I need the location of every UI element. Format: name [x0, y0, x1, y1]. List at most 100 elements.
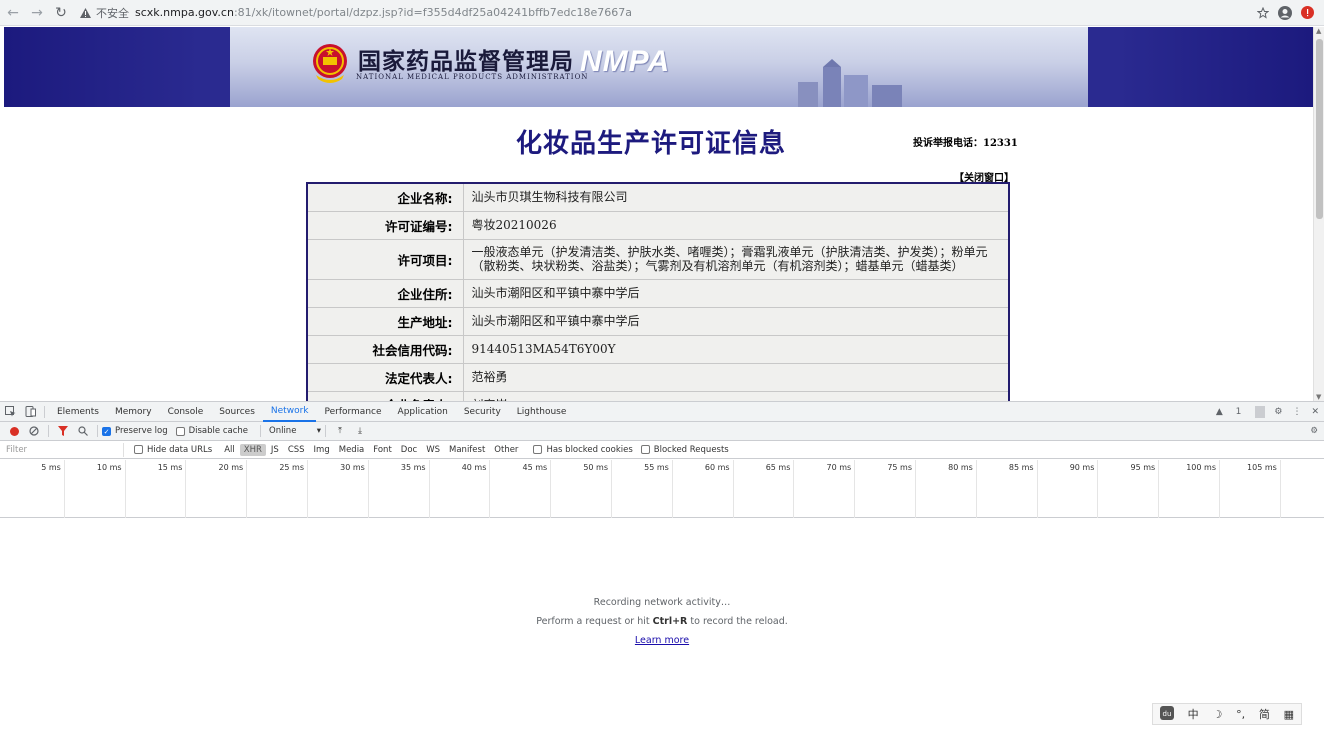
- network-timeline-overview[interactable]: 5 ms 10 ms 15 ms 20 ms 25 ms 30 ms 35 ms 40 ms 4…: [0, 460, 1324, 518]
- network-settings-gear-icon[interactable]: ⚙: [1310, 426, 1318, 436]
- ime-moon-icon[interactable]: ☽: [1212, 708, 1222, 721]
- checkbox-icon[interactable]: [175, 426, 185, 436]
- table-row: 企业住所: 汕头市潮阳区和平镇中寨中学后: [306, 278, 1010, 308]
- insecure-label: 不安全: [96, 6, 129, 20]
- back-icon[interactable]: ←: [2, 2, 24, 24]
- filter-type-doc[interactable]: Doc: [397, 444, 421, 456]
- agency-subtitle: NATIONAL MEDICAL PRODUCTS ADMINISTRATION: [356, 73, 589, 81]
- inspect-element-icon[interactable]: [0, 406, 20, 417]
- checkbox-icon[interactable]: [640, 445, 650, 454]
- tab-application[interactable]: Application: [390, 402, 456, 422]
- reload-shortcut: Ctrl+R: [652, 616, 688, 627]
- recording-message: Recording network activity…: [593, 597, 731, 608]
- row-value: 刘家岸: [462, 390, 1010, 401]
- national-emblem-icon: [313, 44, 347, 83]
- clear-icon[interactable]: [24, 426, 44, 436]
- table-row: 社会信用代码: 91440513MA54T6Y00Y: [306, 334, 1010, 364]
- disable-cache-checkbox[interactable]: Disable cache: [175, 426, 248, 436]
- row-label: 企业负责人:: [306, 390, 464, 401]
- preserve-log-checkbox[interactable]: ✓ Preserve log: [102, 426, 168, 436]
- close-devtools-icon[interactable]: ✕: [1306, 407, 1324, 417]
- network-empty-state: Recording network activity… Perform a re…: [0, 597, 1324, 654]
- settings-gear-icon[interactable]: ⚙: [1269, 407, 1287, 417]
- ime-logo-icon[interactable]: du: [1159, 705, 1174, 723]
- filter-icon[interactable]: [53, 426, 73, 436]
- tab-network[interactable]: Network: [262, 402, 317, 422]
- tab-elements[interactable]: Elements: [49, 402, 107, 422]
- checkbox-icon[interactable]: [134, 445, 143, 454]
- site-banner: 国家药品监督管理局 NATIONAL MEDICAL PRODUCTS ADMI…: [4, 27, 1313, 107]
- ime-punctuation-icon[interactable]: °,: [1236, 708, 1245, 721]
- row-value: 汕头市潮阳区和平镇中寨中学后: [462, 278, 1010, 308]
- table-row: 企业负责人: 刘家岸: [306, 390, 1010, 401]
- filter-type-xhr[interactable]: XHR: [239, 443, 266, 456]
- row-value: 范裕勇: [462, 362, 1010, 392]
- more-menu-icon[interactable]: ⋮: [1287, 407, 1306, 417]
- page-scrollbar[interactable]: ▲ ▼: [1313, 27, 1324, 401]
- record-icon[interactable]: [4, 426, 24, 436]
- dropdown-arrow-icon: ▾: [316, 426, 321, 436]
- search-icon[interactable]: [73, 426, 93, 436]
- tab-security[interactable]: Security: [456, 402, 509, 422]
- hide-data-urls-checkbox[interactable]: Hide data URLs: [134, 445, 212, 455]
- has-blocked-cookies-checkbox[interactable]: Has blocked cookies: [533, 444, 633, 455]
- tab-lighthouse[interactable]: Lighthouse: [509, 402, 575, 422]
- url-path: :81/xk/itownet/portal/dzpz.jsp?id=f355d4…: [233, 6, 632, 19]
- tab-performance[interactable]: Performance: [316, 402, 389, 422]
- bookmark-star-icon[interactable]: [1252, 2, 1274, 24]
- reload-hint-prefix: Perform a request or hit: [536, 616, 653, 627]
- filter-type-all[interactable]: All: [220, 444, 239, 456]
- ime-grid-icon[interactable]: ▦: [1284, 708, 1294, 721]
- profile-icon[interactable]: [1274, 2, 1296, 24]
- row-value: 汕头市贝琪生物科技有限公司: [462, 182, 1010, 212]
- row-value: 汕头市潮阳区和平镇中寨中学后: [462, 306, 1010, 336]
- warning-badge[interactable]: ▲ 1: [1206, 407, 1252, 417]
- filter-type-img[interactable]: Img: [310, 444, 334, 456]
- complaint-hotline: 投诉举报电话：12331: [913, 138, 1018, 149]
- address-bar[interactable]: 不安全 scxk.nmpa.gov.cn:81/xk/itownet/porta…: [78, 2, 1252, 24]
- forward-icon[interactable]: →: [26, 2, 48, 24]
- filter-type-manifest[interactable]: Manifest: [445, 444, 489, 456]
- scroll-thumb[interactable]: [1316, 39, 1323, 219]
- filter-type-ws[interactable]: WS: [422, 444, 444, 456]
- row-value: 粤妆20210026: [462, 210, 1010, 240]
- scroll-down-icon[interactable]: ▼: [1316, 393, 1321, 401]
- throttling-select[interactable]: Online ▾: [269, 426, 321, 436]
- ime-simplified-mode[interactable]: 简: [1259, 706, 1270, 722]
- tab-sources[interactable]: Sources: [211, 402, 263, 422]
- agency-title: 国家药品监督管理局: [358, 48, 574, 75]
- blocked-requests-checkbox[interactable]: Blocked Requests: [640, 444, 729, 455]
- table-row: 生产地址: 汕头市潮阳区和平镇中寨中学后: [306, 306, 1010, 336]
- row-label: 许可项目:: [306, 238, 464, 280]
- filter-type-css[interactable]: CSS: [284, 444, 309, 456]
- scroll-up-icon[interactable]: ▲: [1316, 27, 1321, 35]
- device-toolbar-icon[interactable]: [20, 406, 40, 417]
- learn-more-link[interactable]: Learn more: [635, 635, 689, 646]
- nmpa-logo-text: NMPA: [580, 45, 671, 78]
- filter-type-font[interactable]: Font: [369, 444, 396, 456]
- filter-type-media[interactable]: Media: [335, 444, 369, 456]
- page-content: 国家药品监督管理局 NATIONAL MEDICAL PRODUCTS ADMI…: [4, 27, 1313, 401]
- extension-icon[interactable]: [1296, 2, 1318, 24]
- buildings-graphic: [798, 59, 902, 107]
- row-label: 生产地址:: [306, 306, 464, 336]
- reload-hint: Perform a request or hit Ctrl+R to recor…: [0, 616, 1324, 627]
- warning-icon[interactable]: [78, 6, 92, 20]
- has-blocked-cookies-label: Has blocked cookies: [546, 444, 633, 455]
- import-har-icon[interactable]: ⤒: [330, 426, 350, 436]
- filter-type-js[interactable]: JS: [267, 444, 283, 456]
- blocked-requests-label: Blocked Requests: [653, 444, 729, 455]
- filter-type-other[interactable]: Other: [490, 444, 522, 456]
- ime-chinese-mode[interactable]: 中: [1188, 706, 1199, 722]
- checkbox-icon[interactable]: [533, 445, 543, 454]
- filter-input[interactable]: Filter: [4, 442, 124, 457]
- checkbox-checked-icon[interactable]: ✓: [102, 426, 111, 436]
- row-label: 社会信用代码:: [306, 334, 464, 364]
- export-har-icon[interactable]: ⤓: [350, 426, 370, 436]
- tab-memory[interactable]: Memory: [107, 402, 160, 422]
- network-toolbar: ✓ Preserve log Disable cache Online ▾ ⤒ ⤓ …: [0, 422, 1324, 441]
- url-host: scxk.nmpa.gov.cn: [135, 6, 234, 19]
- svg-text:du: du: [1162, 710, 1171, 718]
- reload-icon[interactable]: ↻: [50, 2, 72, 24]
- tab-console[interactable]: Console: [160, 402, 212, 422]
